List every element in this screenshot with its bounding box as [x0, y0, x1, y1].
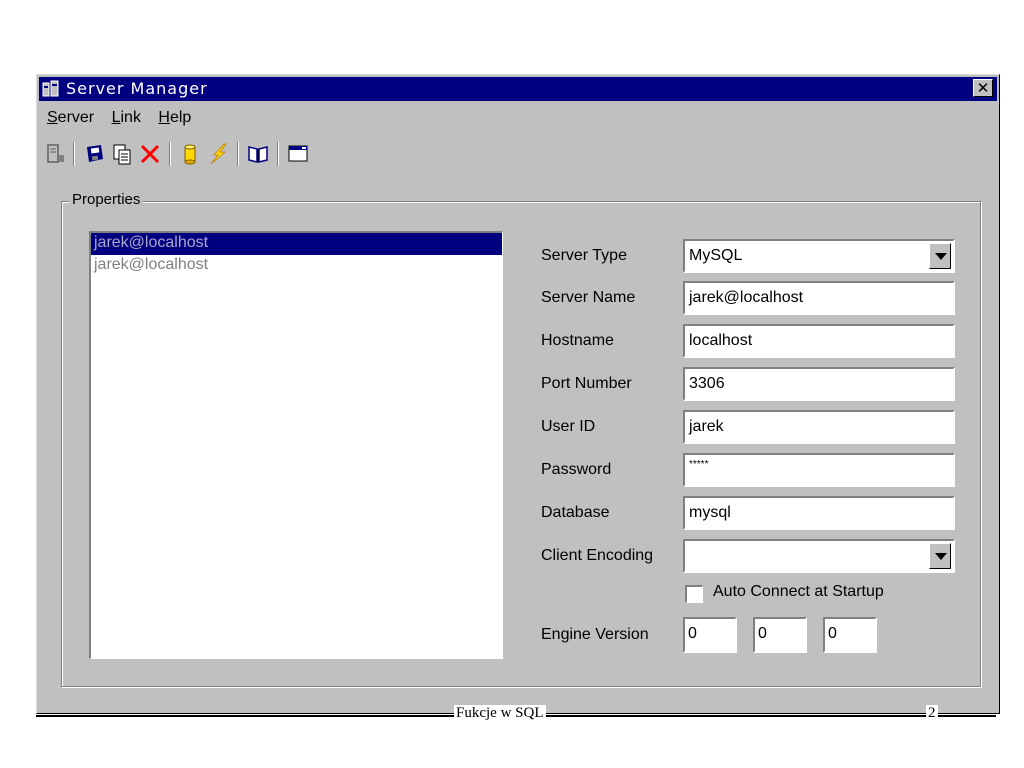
engine-version-major[interactable]: 0	[683, 617, 737, 653]
client-encoding-label: Client Encoding	[541, 547, 654, 564]
server-name-field[interactable]: jarek@localhost	[683, 281, 955, 315]
server-type-label: Server Type	[541, 247, 627, 264]
port-field[interactable]: 3306	[683, 367, 955, 401]
toolbar-separator	[277, 142, 279, 166]
toolbar-separator	[237, 142, 239, 166]
database-label: Database	[541, 504, 610, 521]
server-list[interactable]: jarek@localhost jarek@localhost	[89, 231, 503, 659]
server-manager-window: Server Manager ✕ Server Link Help Proper…	[36, 74, 1000, 714]
toolbar-separator	[73, 142, 75, 166]
window-title: Server Manager	[66, 79, 208, 98]
password-field[interactable]: *****	[683, 453, 955, 487]
properties-label: Properties	[69, 191, 144, 208]
client-encoding-select[interactable]	[683, 539, 955, 573]
server-icon[interactable]	[43, 141, 69, 167]
menu-help[interactable]: Help	[158, 109, 191, 127]
book-icon[interactable]	[245, 141, 271, 167]
save-icon[interactable]	[81, 141, 107, 167]
server-type-select[interactable]: MySQL	[683, 239, 955, 273]
user-id-label: User ID	[541, 418, 596, 435]
close-button[interactable]: ✕	[973, 79, 993, 97]
hostname-label: Hostname	[541, 332, 614, 349]
server-type-value: MySQL	[689, 247, 743, 264]
list-item[interactable]: jarek@localhost	[91, 233, 502, 255]
chevron-down-icon[interactable]	[929, 243, 951, 269]
title-bar[interactable]: Server Manager ✕	[39, 77, 997, 101]
server-name-label: Server Name	[541, 289, 636, 306]
engine-version-label: Engine Version	[541, 626, 649, 643]
auto-connect-checkbox[interactable]	[685, 585, 703, 603]
list-item[interactable]: jarek@localhost	[91, 255, 502, 277]
page-number: 2	[926, 705, 938, 722]
connect-icon[interactable]	[205, 141, 231, 167]
auto-connect-label[interactable]: Auto Connect at Startup	[713, 583, 884, 601]
copy-icon[interactable]	[109, 141, 135, 167]
engine-version-patch[interactable]: 0	[823, 617, 877, 653]
database-icon[interactable]	[177, 141, 203, 167]
delete-icon[interactable]	[137, 141, 163, 167]
chevron-down-icon[interactable]	[929, 543, 951, 569]
hostname-field[interactable]: localhost	[683, 324, 955, 358]
server-manager-icon	[42, 80, 59, 97]
footer-title: Fukcje w SQL	[454, 705, 546, 722]
engine-version-minor[interactable]: 0	[753, 617, 807, 653]
port-label: Port Number	[541, 375, 632, 392]
menu-bar: Server Link Help	[47, 109, 204, 131]
database-field[interactable]: mysql	[683, 496, 955, 530]
menu-link[interactable]: Link	[112, 109, 141, 127]
password-label: Password	[541, 461, 612, 478]
toolbar-separator	[169, 142, 171, 166]
menu-server[interactable]: Server	[47, 109, 94, 127]
window-icon[interactable]	[285, 141, 311, 167]
user-id-field[interactable]: jarek	[683, 410, 955, 444]
